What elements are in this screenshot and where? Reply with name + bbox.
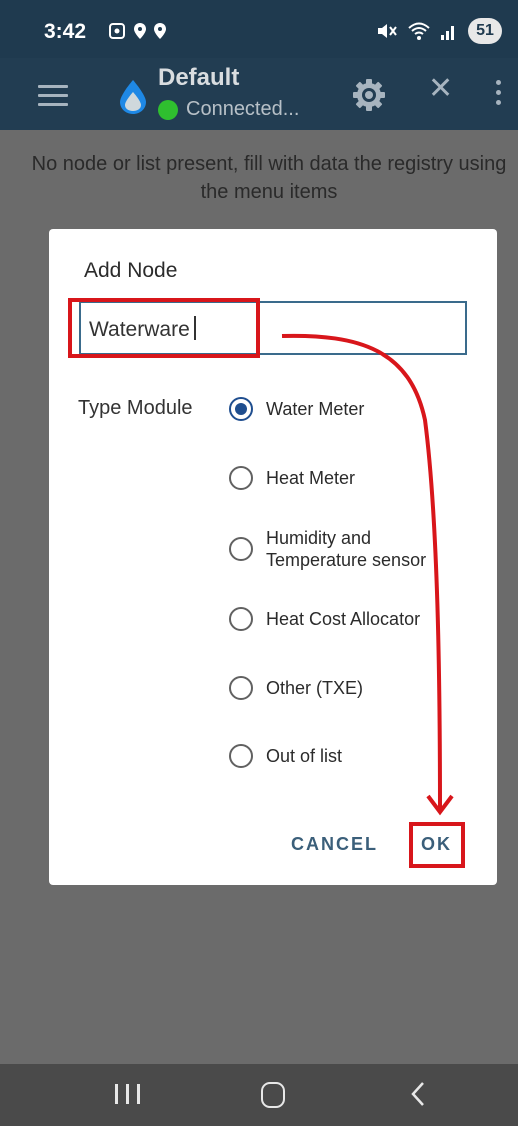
mute-icon	[378, 24, 397, 38]
radio-option-heat-cost-allocator[interactable]: Heat Cost Allocator	[229, 607, 420, 631]
radio-label: Heat Meter	[266, 468, 356, 488]
radio-label: Water Meter	[266, 399, 365, 419]
app-title: Default	[158, 64, 240, 91]
battery-indicator: 51	[468, 18, 502, 44]
more-vert-icon[interactable]	[496, 80, 502, 110]
radio-button-checked[interactable]	[229, 397, 253, 421]
location-icon	[134, 23, 146, 39]
radio-option-heat-meter[interactable]: Heat Meter	[229, 466, 355, 490]
dialog-title: Add Node	[84, 259, 178, 282]
app-bar: Default Connected... ✕	[0, 58, 518, 130]
status-icons-right: 51	[376, 18, 502, 44]
radio-button[interactable]	[229, 466, 253, 490]
menu-icon[interactable]	[38, 85, 68, 106]
settings-icon[interactable]	[352, 78, 386, 112]
radio-label: Out of list	[266, 746, 343, 766]
empty-state-message: No node or list present, fill with data …	[31, 153, 507, 203]
highlight-box-ok	[409, 822, 465, 868]
radio-option-other-txe[interactable]: Other (TXE)	[229, 676, 363, 700]
radio-button[interactable]	[229, 537, 253, 561]
screenshot-icon	[109, 23, 125, 39]
recents-icon[interactable]	[115, 1084, 140, 1104]
radio-label: Humidity and Temperature sensor	[266, 528, 427, 570]
home-icon[interactable]	[261, 1082, 285, 1108]
close-icon[interactable]: ✕	[428, 74, 453, 104]
cancel-button[interactable]: CANCEL	[291, 834, 378, 855]
radio-option-humidity-temperature[interactable]: Humidity and Temperature sensor	[229, 527, 426, 571]
radio-option-out-of-list[interactable]: Out of list	[229, 744, 342, 768]
water-drop-logo-icon	[120, 80, 146, 114]
radio-button[interactable]	[229, 676, 253, 700]
highlight-box-input	[68, 298, 260, 358]
radio-button[interactable]	[229, 744, 253, 768]
back-icon[interactable]	[410, 1081, 426, 1107]
connection-status-text: Connected...	[186, 98, 300, 120]
radio-label: Other (TXE)	[266, 678, 364, 698]
connection-status-dot	[158, 100, 178, 120]
location-icon	[154, 23, 166, 39]
type-module-label: Type Module	[78, 397, 193, 419]
status-bar: 3:42 51	[0, 0, 518, 58]
system-nav-bar	[0, 1064, 518, 1126]
radio-button[interactable]	[229, 607, 253, 631]
signal-icon	[441, 26, 454, 40]
radio-label: Heat Cost Allocator	[266, 609, 421, 629]
radio-option-water-meter[interactable]: Water Meter	[229, 397, 364, 421]
wifi-icon	[408, 22, 430, 40]
status-icons-left	[108, 22, 166, 40]
status-time: 3:42	[44, 20, 87, 43]
